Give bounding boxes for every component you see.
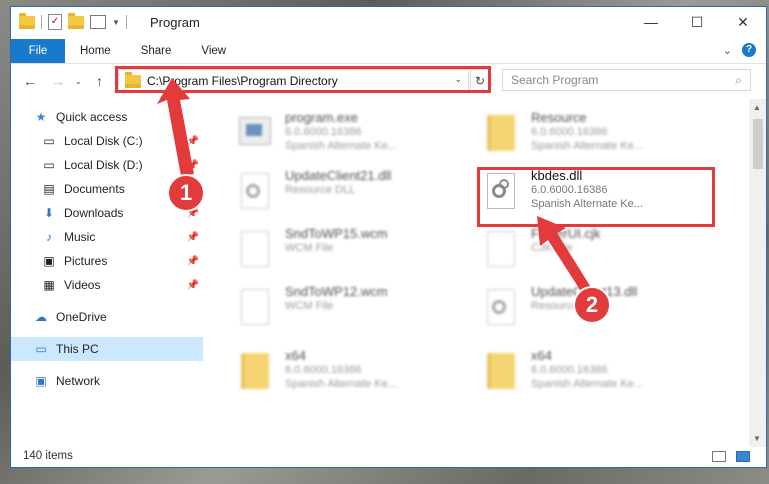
step-1-badge: 1: [167, 174, 205, 212]
arrow-to-kbdes-file: [537, 216, 592, 296]
arrow-to-address-bar: [157, 78, 194, 176]
annotation-arrows: [157, 78, 592, 296]
step-2-badge: 2: [573, 286, 611, 324]
